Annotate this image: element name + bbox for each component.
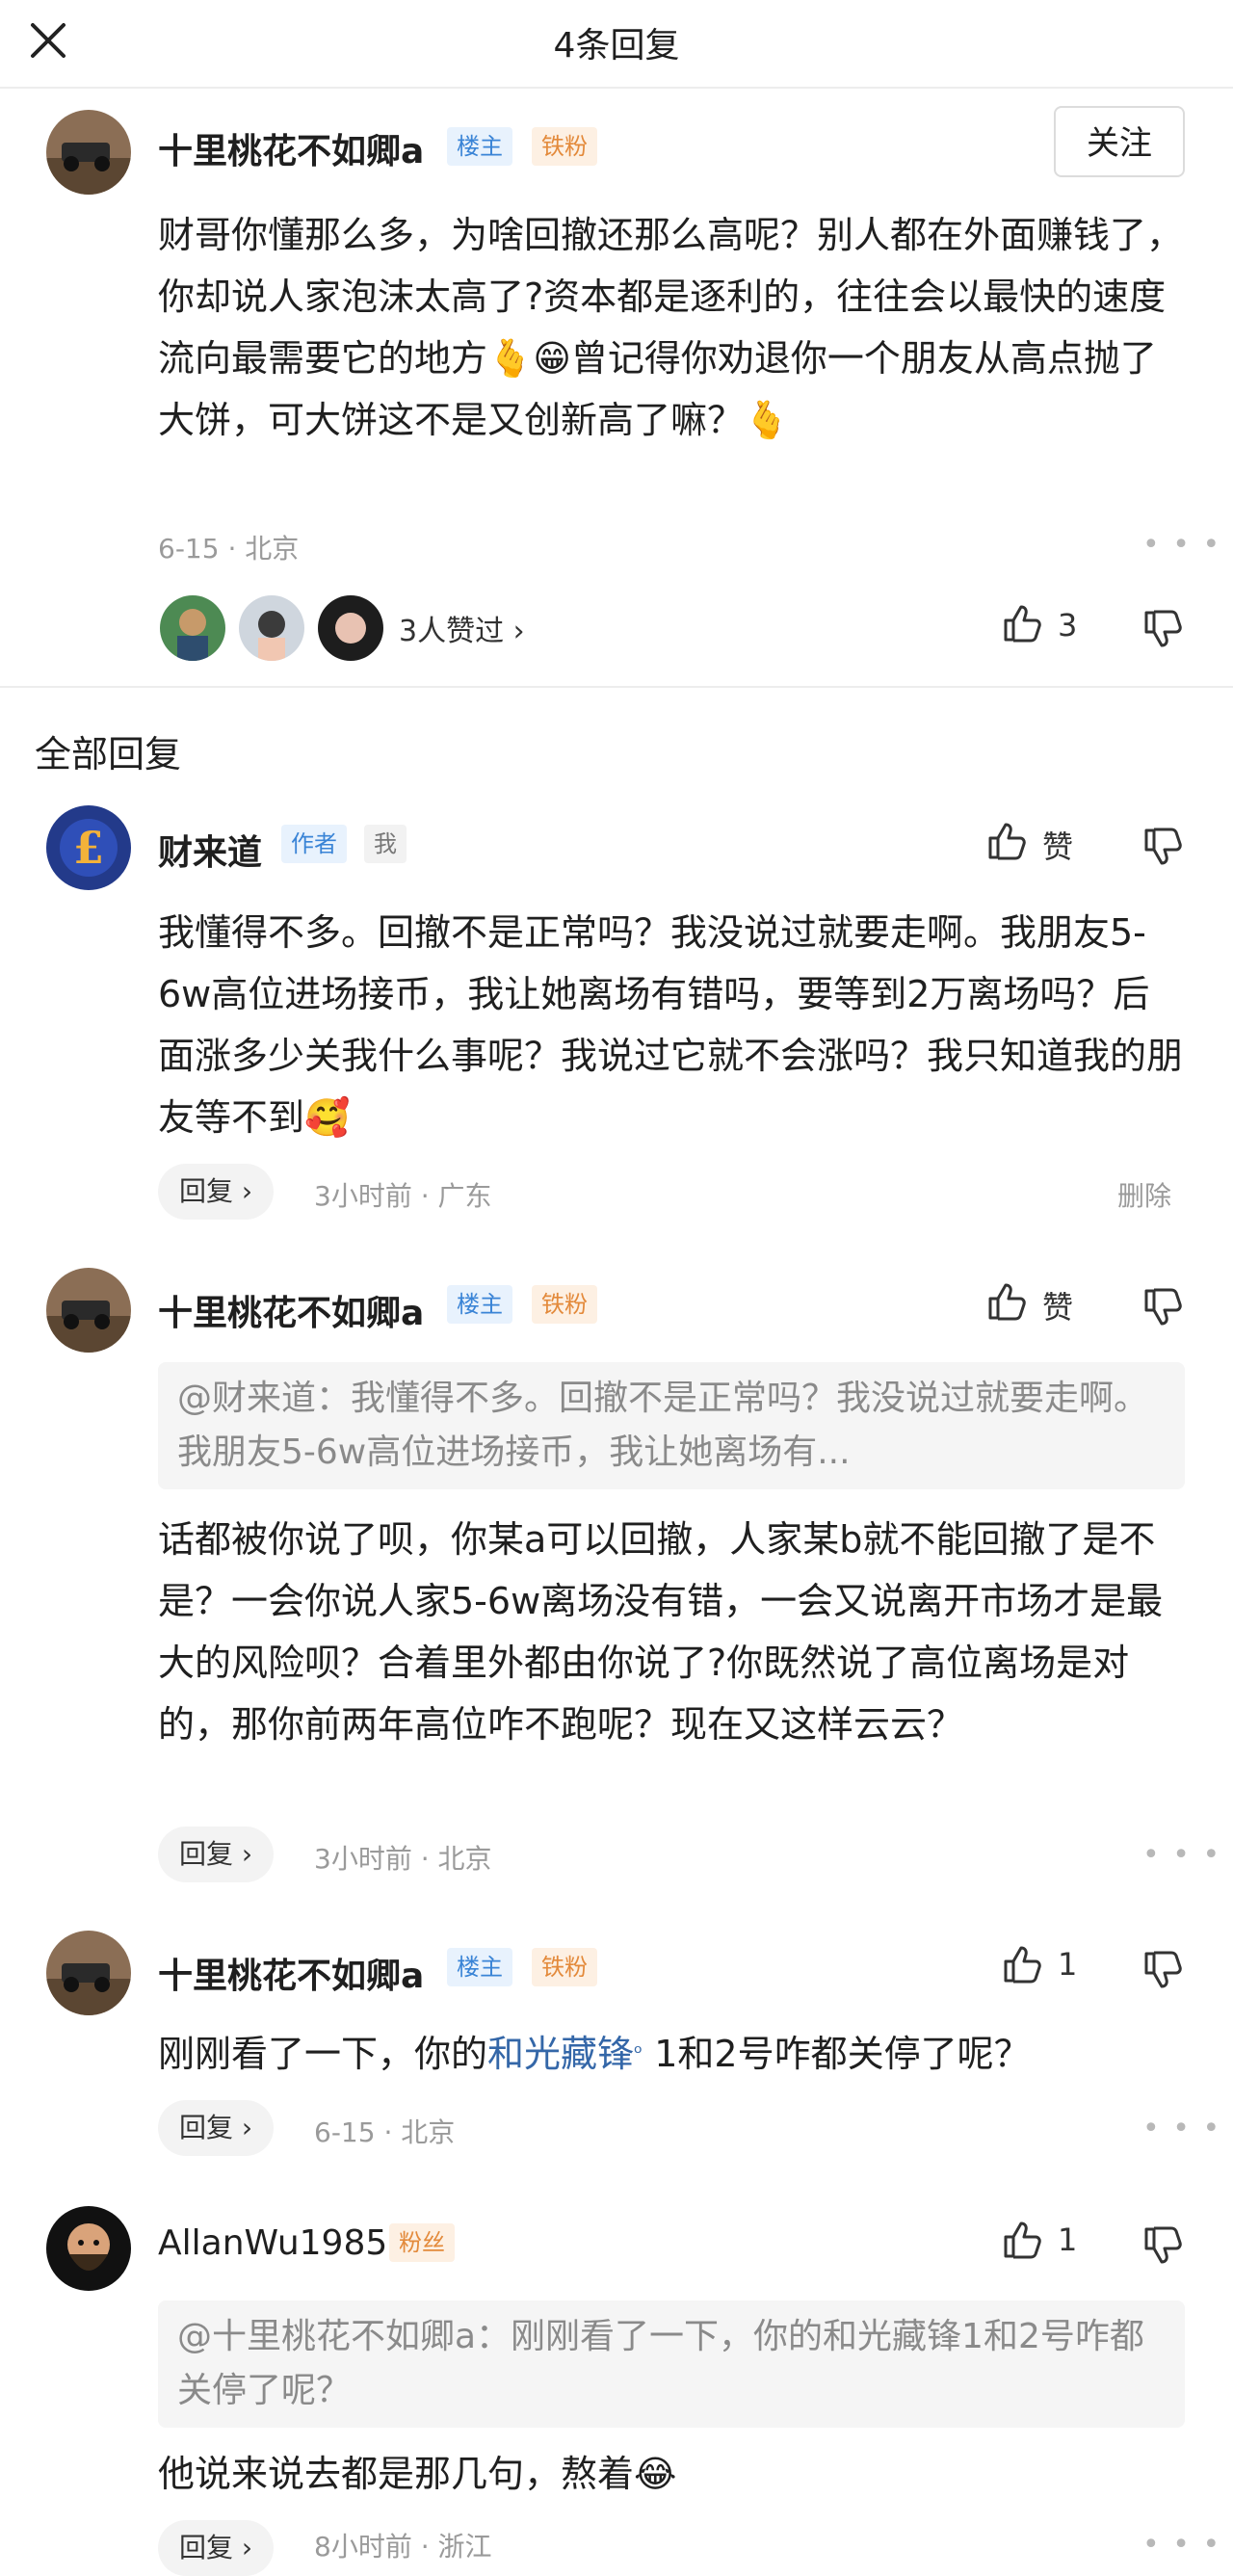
username[interactable]: 十里桃花不如卿a	[158, 123, 424, 173]
like-count: 1	[1058, 1946, 1078, 1983]
liker-avatar	[237, 593, 306, 663]
divider	[0, 686, 1233, 688]
author-badge: 作者	[281, 825, 347, 863]
likers-count-link[interactable]: 3人赞过 ›	[399, 607, 525, 649]
thumbs-up-icon[interactable]	[986, 821, 1027, 861]
reply-meta: 3小时前 · 广东	[314, 1180, 492, 1212]
fund-link[interactable]: 和光藏锋	[487, 2033, 634, 2075]
username[interactable]: 十里桃花不如卿a	[158, 1948, 424, 1998]
owner-badge: 楼主	[447, 1285, 512, 1324]
reply-button[interactable]: 回复 ›	[158, 1827, 275, 1882]
follow-button[interactable]: 关注	[1054, 106, 1185, 177]
reply-text-part: 1和2号咋都关停了呢？	[643, 2033, 1031, 2075]
like-count: 3	[1058, 607, 1078, 644]
thumbs-down-icon[interactable]	[1142, 2225, 1183, 2266]
delete-button[interactable]: 删除	[1117, 1175, 1171, 1214]
more-dots-icon[interactable]: • • •	[1142, 2528, 1221, 2562]
fan-badge: 铁粉	[532, 1285, 597, 1324]
comment-text: 财哥你懂那么多，为啥回撤还那么高呢？别人都在外面赚钱了，你却说人家泡沫太高了?资…	[158, 214, 1184, 441]
reply-meta: 6-15 · 北京	[314, 2116, 456, 2148]
reply-text: 我懂得不多。回撤不是正常吗？我没说过就要走啊。我朋友5-6w高位进场接币，我让她…	[158, 911, 1184, 1139]
avatar[interactable]	[46, 110, 131, 195]
thumbs-down-icon[interactable]	[1142, 1287, 1183, 1327]
quoted-reply[interactable]: @十里桃花不如卿a：刚刚看了一下，你的和光藏锋1和2号咋都关停了呢？	[158, 2300, 1185, 2428]
reply-button[interactable]: 回复 ›	[158, 1164, 275, 1220]
username[interactable]: 十里桃花不如卿a	[158, 1285, 424, 1335]
reply-text-part: 刚刚看了一下，你的	[158, 2033, 488, 2075]
like-count: 1	[1058, 2221, 1078, 2258]
reply-text: 刚刚看了一下，你的和光藏锋ᵒ 1和2号咋都关停了呢？	[158, 2023, 1185, 2085]
reply-button[interactable]: 回复 ›	[158, 2520, 275, 2576]
fan-badge: 铁粉	[532, 1948, 597, 1986]
thumbs-up-icon[interactable]	[986, 1281, 1027, 1322]
more-dots-icon[interactable]: • • •	[1142, 1838, 1221, 1872]
reply-text: 他说来说去都是那几句，熬着😂	[158, 2453, 677, 2495]
thumbs-down-icon[interactable]	[1142, 609, 1183, 649]
liker-avatar	[316, 593, 385, 663]
avatar[interactable]: £	[46, 805, 131, 890]
top-bar: 4条回复	[0, 0, 1233, 89]
search-icon: ᵒ	[634, 2041, 643, 2065]
owner-badge: 楼主	[447, 127, 512, 166]
thumbs-up-icon[interactable]	[1002, 603, 1042, 644]
fan-badge: 粉丝	[389, 2223, 455, 2262]
quoted-reply[interactable]: @财来道：我懂得不多。回撤不是正常吗？我没说过就要走啊。我朋友5-6w高位进场接…	[158, 1362, 1185, 1489]
like-label[interactable]: 赞	[1042, 1283, 1073, 1327]
more-dots-icon[interactable]: • • •	[1142, 528, 1221, 562]
reply-button[interactable]: 回复 ›	[158, 2100, 275, 2156]
svg-text:£: £	[73, 822, 104, 874]
avatar[interactable]	[46, 1268, 131, 1353]
thumbs-down-icon[interactable]	[1142, 827, 1183, 867]
fan-badge: 铁粉	[532, 127, 597, 166]
username[interactable]: 财来道	[158, 825, 262, 875]
username[interactable]: AllanWu1985	[158, 2223, 387, 2263]
liker-avatar	[158, 593, 227, 663]
section-title: 全部回复	[35, 733, 182, 775]
thumbs-up-icon[interactable]	[1002, 1944, 1042, 1985]
me-badge: 我	[364, 825, 407, 863]
page-title: 4条回复	[553, 26, 680, 66]
avatar[interactable]	[46, 2206, 131, 2291]
like-label[interactable]: 赞	[1042, 823, 1073, 867]
thumbs-down-icon[interactable]	[1142, 1950, 1183, 1990]
comment-meta: 6-15 · 北京	[158, 533, 300, 565]
reply-meta: 8小时前 · 浙江	[314, 2531, 492, 2563]
more-dots-icon[interactable]: • • •	[1142, 2112, 1221, 2145]
avatar[interactable]	[46, 1931, 131, 2015]
reply-text: 话都被你说了呗，你某a可以回撤，人家某b就不能回撤了是不是？一会你说人家5-6w…	[158, 1518, 1164, 1746]
reply-meta: 3小时前 · 北京	[314, 1843, 492, 1875]
owner-badge: 楼主	[447, 1948, 512, 1986]
thumbs-up-icon[interactable]	[1002, 2220, 1042, 2260]
